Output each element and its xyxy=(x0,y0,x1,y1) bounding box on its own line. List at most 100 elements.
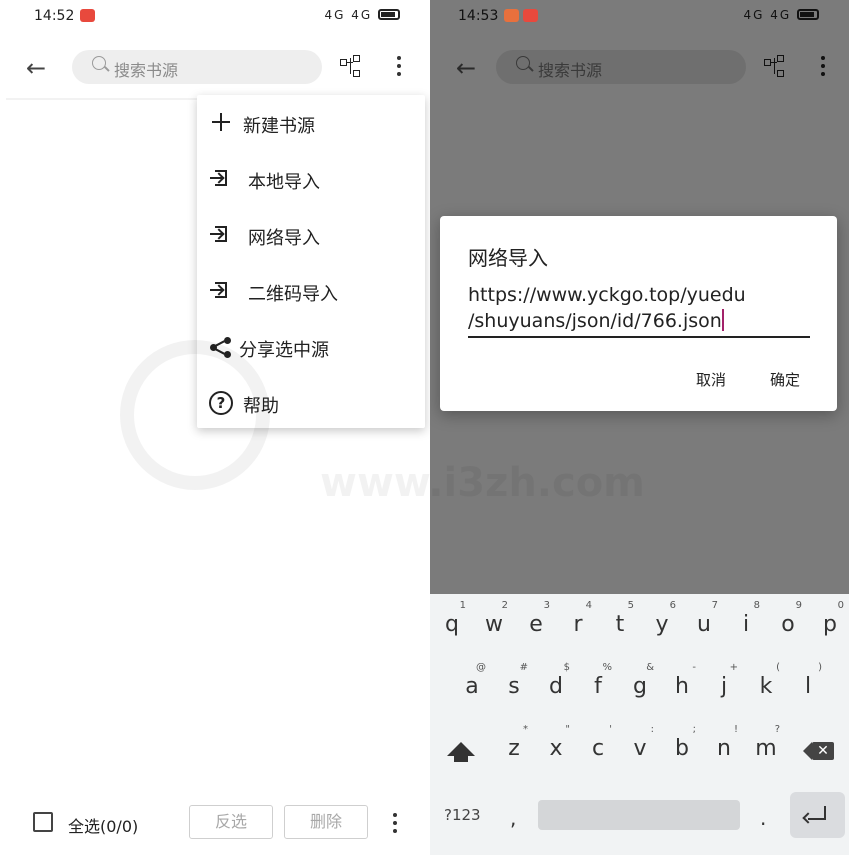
key-char: q xyxy=(445,612,459,637)
key-q[interactable]: 1q xyxy=(434,596,470,646)
key-p[interactable]: 0p xyxy=(812,596,848,646)
key-hint: 3 xyxy=(543,600,550,611)
key-hint: & xyxy=(646,662,654,673)
key-d[interactable]: $ d xyxy=(538,658,574,708)
key-k[interactable]: (k xyxy=(748,658,784,708)
key-c[interactable]: ' c xyxy=(580,720,616,770)
key-m[interactable]: ? m xyxy=(748,720,784,770)
key-w[interactable]: 2w xyxy=(476,596,512,646)
app-badge-icon xyxy=(504,9,519,22)
key-char: w xyxy=(485,612,503,637)
key-hint: 7 xyxy=(711,600,718,611)
key-char: f xyxy=(594,674,602,699)
menu-item-help[interactable]: ? 帮助 xyxy=(197,379,425,427)
backspace-key-icon[interactable]: ✕ xyxy=(803,742,836,762)
status-time: 14:52 xyxy=(34,8,75,24)
key-hint: * xyxy=(523,724,528,735)
menu-item-label: 分享选中源 xyxy=(239,340,329,361)
confirm-button[interactable]: 确定 xyxy=(770,369,800,390)
group-tree-icon[interactable] xyxy=(338,54,364,80)
key-hint: % xyxy=(602,662,612,673)
comma-key[interactable]: , xyxy=(510,806,516,830)
delete-button[interactable]: 删除 xyxy=(284,805,368,839)
key-char: c xyxy=(591,736,605,761)
symbols-mode-key[interactable]: ?123 xyxy=(444,806,481,824)
key-char: l xyxy=(804,674,812,699)
more-vert-icon[interactable] xyxy=(816,54,830,78)
more-vert-icon[interactable] xyxy=(392,54,406,78)
search-icon xyxy=(92,56,106,70)
back-arrow-icon[interactable]: ← xyxy=(26,54,46,82)
key-char: g xyxy=(633,674,647,699)
key-s[interactable]: # s xyxy=(496,658,532,708)
period-key[interactable]: . xyxy=(760,806,766,830)
enter-key-icon[interactable] xyxy=(790,792,845,838)
url-input-line2: /shuyuans/json/id/766.json xyxy=(468,310,722,332)
key-h[interactable]: -h xyxy=(664,658,700,708)
menu-item-network-import[interactable]: 网络导入 xyxy=(197,211,425,259)
key-l[interactable]: ) l xyxy=(790,658,826,708)
signal-text: 4G 4G xyxy=(324,8,373,22)
search-input[interactable]: 搜索书源 xyxy=(72,50,322,84)
menu-item-qr-import[interactable]: 二维码导入 xyxy=(197,267,425,315)
invert-selection-button[interactable]: 反选 xyxy=(189,805,273,839)
key-e[interactable]: 3e xyxy=(518,596,554,646)
key-char: t xyxy=(615,612,625,637)
import-icon xyxy=(209,279,233,303)
key-i[interactable]: 8i xyxy=(728,596,764,646)
key-char: e xyxy=(529,612,543,637)
key-hint: ) xyxy=(818,662,822,673)
left-screen: 14:52 4G 4G ← 搜索书源 新建书源 本地导入 网络导入 二维码导入 … xyxy=(0,0,430,855)
key-hint: ' xyxy=(609,724,612,735)
key-char: k xyxy=(759,674,773,699)
key-u[interactable]: 7u xyxy=(686,596,722,646)
key-z[interactable]: * z xyxy=(496,720,532,770)
key-char: a xyxy=(465,674,479,699)
menu-item-local-import[interactable]: 本地导入 xyxy=(197,155,425,203)
signal-text: 4G 4G xyxy=(743,8,792,22)
notification-badge-icon xyxy=(523,9,538,22)
key-hint: 5 xyxy=(627,600,634,611)
key-j[interactable]: + j xyxy=(706,658,742,708)
key-t[interactable]: 5t xyxy=(602,596,638,646)
key-o[interactable]: 9o xyxy=(770,596,806,646)
menu-item-new-source[interactable]: 新建书源 xyxy=(197,99,425,147)
key-char: s xyxy=(508,674,520,699)
overflow-menu: 新建书源 本地导入 网络导入 二维码导入 分享选中源 ? 帮助 xyxy=(197,95,425,428)
url-input[interactable]: https://www.yckgo.top/yuedu /shuyuans/js… xyxy=(468,282,810,334)
space-key[interactable] xyxy=(538,800,740,830)
key-hint: ( xyxy=(776,662,780,673)
key-x[interactable]: " x xyxy=(538,720,574,770)
key-a[interactable]: @ a xyxy=(454,658,490,708)
key-char: b xyxy=(675,736,689,761)
key-hint: 0 xyxy=(837,600,844,611)
key-char: v xyxy=(633,736,647,761)
group-tree-icon[interactable] xyxy=(762,54,788,80)
shift-key-icon[interactable] xyxy=(446,742,476,772)
select-all-checkbox[interactable] xyxy=(33,812,53,832)
key-g[interactable]: & g xyxy=(622,658,658,708)
cancel-button[interactable]: 取消 xyxy=(696,369,726,390)
key-char: o xyxy=(781,612,795,637)
search-input[interactable]: 搜索书源 xyxy=(496,50,746,84)
key-n[interactable]: ! n xyxy=(706,720,742,770)
key-f[interactable]: % f xyxy=(580,658,616,708)
top-toolbar: ← 搜索书源 xyxy=(0,40,430,96)
menu-item-share-selected[interactable]: 分享选中源 xyxy=(197,323,425,371)
import-icon xyxy=(209,223,233,247)
back-arrow-icon[interactable]: ← xyxy=(456,54,476,82)
system-icons: 4G 4G xyxy=(743,8,819,22)
key-char: p xyxy=(823,612,837,637)
network-import-dialog: 网络导入 https://www.yckgo.top/yuedu /shuyua… xyxy=(440,216,837,411)
key-b[interactable]: ; b xyxy=(664,720,700,770)
key-y[interactable]: 6y xyxy=(644,596,680,646)
key-r[interactable]: 4r xyxy=(560,596,596,646)
key-char: n xyxy=(717,736,731,761)
help-icon: ? xyxy=(209,391,233,415)
search-icon xyxy=(516,56,530,70)
more-vert-icon[interactable] xyxy=(388,811,402,835)
key-v[interactable]: :v xyxy=(622,720,658,770)
key-char: m xyxy=(755,736,777,761)
select-all-label[interactable]: 全选(0/0) xyxy=(68,813,138,837)
keyboard-row-3: * z " x ' c: v; b! n? m xyxy=(430,718,849,780)
